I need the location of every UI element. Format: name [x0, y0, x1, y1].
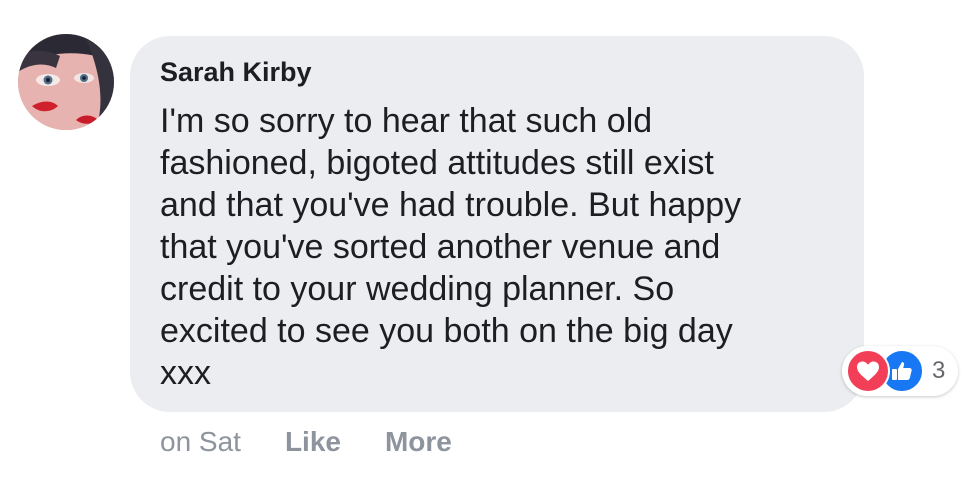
reactions-summary[interactable]: 3: [842, 346, 958, 396]
timestamp[interactable]: on Sat: [160, 424, 241, 460]
reaction-count: 3: [932, 357, 946, 384]
comment-text-line: excited to see you both on the big day: [160, 312, 733, 350]
avatar[interactable]: [18, 34, 114, 130]
comment-actions: on Sat Like More: [160, 424, 496, 460]
comment-text-line: that you've sorted another venue and: [160, 228, 721, 266]
more-button[interactable]: More: [385, 424, 452, 460]
comment-text-line: and that you've had trouble. But happy: [160, 186, 742, 224]
author-name[interactable]: Sarah Kirby: [160, 56, 834, 88]
heart-icon: [846, 349, 890, 393]
comment-text-line: credit to your wedding planner. So: [160, 270, 675, 308]
comment-text: I'm so sorry to hear that such old fashi…: [160, 100, 840, 394]
comment: Sarah Kirby I'm so sorry to hear that su…: [0, 0, 980, 486]
comment-bubble: Sarah Kirby I'm so sorry to hear that su…: [130, 36, 864, 412]
avatar-image: [18, 34, 114, 130]
like-button[interactable]: Like: [285, 424, 341, 460]
comment-text-line: fashioned, bigoted attitudes still exist: [160, 144, 714, 182]
comment-text-line: xxx: [160, 354, 211, 392]
comment-text-line: I'm so sorry to hear that such old: [160, 102, 653, 140]
